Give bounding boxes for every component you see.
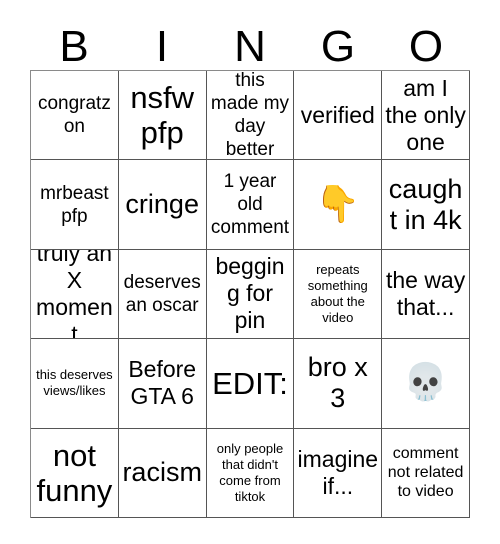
bingo-cell-r2-c1[interactable]: mrbeast pfp <box>31 160 119 250</box>
bingo-cell-label: verified <box>300 101 375 128</box>
bingo-cell-label: Before GTA 6 <box>128 356 197 410</box>
bingo-cell-r1-c5[interactable]: am I the only one <box>382 71 470 161</box>
bingo-cell-r5-c1[interactable]: not funny <box>31 428 119 518</box>
bingo-cell-r4-c1[interactable]: this deserves views/likes <box>31 339 119 429</box>
skull-icon: 💀 <box>403 362 448 404</box>
bingo-cell-label: imagine if... <box>297 445 379 499</box>
bingo-cell-label: bro x 3 <box>307 352 368 414</box>
bingo-cell-label: not funny <box>36 437 113 508</box>
bingo-cell-label: caught in 4k <box>388 173 463 235</box>
bingo-cell-r4-c2[interactable]: Before GTA 6 <box>118 339 207 429</box>
bingo-card: B I N G O congratz on nsfw pfp this made m… <box>0 0 500 544</box>
bingo-cell-label: EDIT: <box>212 365 288 401</box>
bingo-cell-r5-c2[interactable]: racism <box>118 428 207 518</box>
bingo-cell-r1-c4[interactable]: verified <box>294 71 383 161</box>
bingo-cell-label: truly an X moment <box>36 249 113 340</box>
bingo-cell-r4-c5[interactable]: 💀 <box>382 339 470 429</box>
bingo-cell-label: 1 year old comment <box>210 171 290 239</box>
bingo-cell-label: racism <box>122 457 202 488</box>
bingo-cell-r3-c4[interactable]: repeats something about the video <box>294 249 383 340</box>
bingo-cell-label: cringe <box>125 189 199 220</box>
bingo-cell-label: repeats something about the video <box>307 261 368 325</box>
bingo-header-letter-b: B <box>59 22 89 71</box>
bingo-cell-r1-c3[interactable]: this made my day better <box>206 71 295 161</box>
bingo-cell-r5-c4[interactable]: imagine if... <box>294 428 383 518</box>
bingo-cell-label: only people that didn't come from tiktok <box>216 440 284 504</box>
bingo-grid: congratz on nsfw pfp this made my day bett… <box>30 70 470 518</box>
bingo-cell-label: the way that... <box>385 266 466 320</box>
bingo-cell-r3-c2[interactable]: deserves an oscar <box>118 249 207 340</box>
bingo-header-letter-o: O <box>408 22 444 71</box>
bingo-cell-label: comment not related to video <box>387 445 464 501</box>
bingo-cell-label: begging for pin <box>215 253 285 334</box>
bingo-header: B I N G O <box>30 16 470 70</box>
bingo-cell-r5-c5[interactable]: comment not related to video <box>382 428 470 518</box>
backhand-index-pointing-down-icon: 👇 <box>315 183 361 225</box>
bingo-header-letter-i: I <box>155 22 169 71</box>
bingo-cell-label: this made my day better <box>210 71 290 161</box>
bingo-cell-label: am I the only one <box>385 74 466 155</box>
bingo-cell-r3-c1[interactable]: truly an X moment <box>31 249 119 340</box>
bingo-cell-r2-c3[interactable]: 1 year old comment <box>206 160 295 250</box>
bingo-cell-r5-c3[interactable]: only people that didn't come from tiktok <box>206 428 295 518</box>
bingo-cell-r3-c3[interactable]: begging for pin <box>206 249 295 340</box>
bingo-cell-r4-c3[interactable]: EDIT: <box>206 339 295 429</box>
bingo-cell-label: congratz on <box>37 93 111 138</box>
bingo-header-letter-g: G <box>320 22 356 71</box>
bingo-cell-r2-c5[interactable]: caught in 4k <box>382 160 470 250</box>
bingo-cell-label: mrbeast pfp <box>40 182 109 227</box>
bingo-cell-r2-c4[interactable]: 👇 <box>294 160 383 250</box>
bingo-cell-r4-c4[interactable]: bro x 3 <box>294 339 383 429</box>
bingo-cell-label: deserves an oscar <box>123 271 201 316</box>
bingo-cell-r1-c1[interactable]: congratz on <box>31 71 119 161</box>
bingo-cell-r1-c2[interactable]: nsfw pfp <box>118 71 207 161</box>
bingo-cell-r2-c2[interactable]: cringe <box>118 160 207 250</box>
bingo-header-letter-n: N <box>234 22 266 71</box>
bingo-cell-label: nsfw pfp <box>130 80 195 151</box>
bingo-cell-label: this deserves views/likes <box>36 367 113 399</box>
bingo-cell-r3-c5[interactable]: the way that... <box>382 249 470 340</box>
